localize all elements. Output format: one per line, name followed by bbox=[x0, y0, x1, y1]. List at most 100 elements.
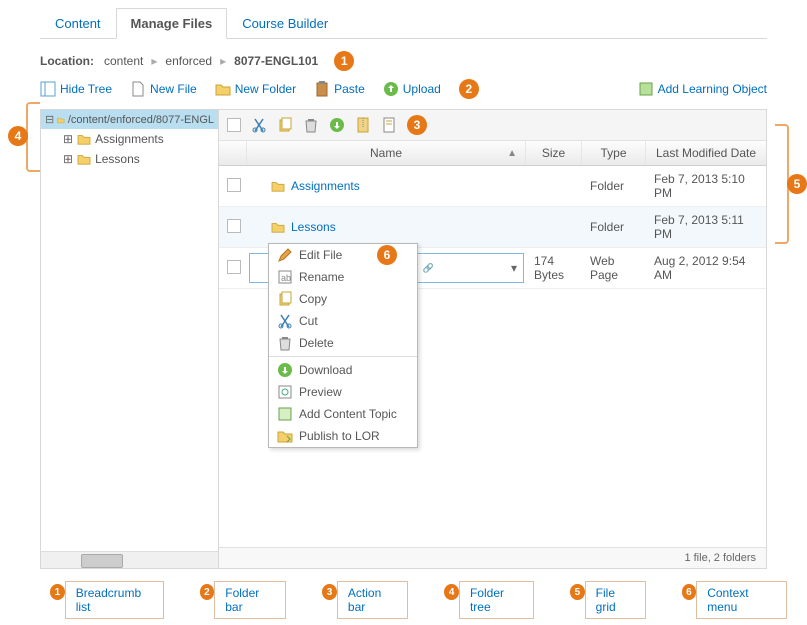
callout-1: 1 bbox=[334, 51, 354, 71]
new-folder-button[interactable]: New Folder bbox=[215, 81, 296, 97]
expand-icon[interactable]: ⊞ bbox=[63, 132, 73, 146]
zip-icon[interactable] bbox=[355, 117, 371, 133]
rename-icon: ab bbox=[277, 269, 293, 285]
legend-label: Breadcrumb list bbox=[65, 581, 164, 619]
preview-icon bbox=[277, 384, 293, 400]
paste-button[interactable]: Paste bbox=[314, 81, 365, 97]
add-learning-object-button[interactable]: Add Learning Object bbox=[638, 81, 767, 97]
ctx-copy[interactable]: Copy bbox=[269, 288, 417, 310]
cut-icon[interactable] bbox=[251, 117, 267, 133]
publish-icon bbox=[277, 428, 293, 444]
ctx-publish-lor[interactable]: Publish to LOR bbox=[269, 425, 417, 447]
ctx-cut[interactable]: Cut bbox=[269, 310, 417, 332]
link-icon: 🔗 bbox=[422, 263, 433, 274]
header-type[interactable]: Type bbox=[582, 141, 646, 165]
ctx-edit-file[interactable]: Edit File6 bbox=[269, 244, 417, 266]
row-name-link[interactable]: Lessons bbox=[291, 220, 336, 234]
ctx-delete[interactable]: Delete bbox=[269, 332, 417, 354]
header-date[interactable]: Last Modified Date bbox=[646, 141, 766, 165]
breadcrumb: Location: content ▸ enforced ▸ 8077-ENGL… bbox=[40, 39, 767, 79]
copy-icon[interactable] bbox=[277, 117, 293, 133]
action-bar: 3 bbox=[219, 110, 766, 141]
download-icon bbox=[277, 362, 293, 378]
table-row[interactable]: Lessons Folder Feb 7, 2013 5:11 PM bbox=[219, 207, 766, 248]
grid-footer: 1 file, 2 folders bbox=[219, 547, 766, 568]
row-size bbox=[526, 180, 582, 192]
context-menu: Edit File6 abRename Copy Cut Delete Down… bbox=[268, 243, 418, 448]
hide-tree-button[interactable]: Hide Tree bbox=[40, 81, 112, 97]
horizontal-scrollbar[interactable] bbox=[41, 551, 218, 568]
pencil-icon bbox=[277, 247, 293, 263]
breadcrumb-seg-content[interactable]: content bbox=[100, 54, 147, 68]
tree-node-lessons[interactable]: ⊞ Lessons bbox=[41, 149, 218, 169]
tab-content[interactable]: Content bbox=[40, 8, 116, 38]
row-name-link[interactable]: Assignments bbox=[291, 179, 360, 193]
upload-icon bbox=[383, 81, 399, 97]
page-icon[interactable] bbox=[381, 117, 397, 133]
sort-asc-icon: ▲ bbox=[507, 148, 517, 159]
tree-icon bbox=[40, 81, 56, 97]
tab-manage-files[interactable]: Manage Files bbox=[116, 8, 228, 39]
tab-course-builder[interactable]: Course Builder bbox=[227, 8, 343, 38]
header-size[interactable]: Size bbox=[526, 141, 582, 165]
tree-node-assignments[interactable]: ⊞ Assignments bbox=[41, 129, 218, 149]
collapse-icon[interactable]: ⊟ bbox=[45, 113, 54, 126]
ctx-add-content-topic[interactable]: Add Content Topic bbox=[269, 403, 417, 425]
row-checkbox[interactable] bbox=[219, 254, 247, 283]
row-type: Folder bbox=[582, 214, 646, 240]
legend-label: Action bar bbox=[337, 581, 408, 619]
row-type: Web Page bbox=[582, 248, 646, 288]
app-frame: Content Manage Files Course Builder Loca… bbox=[0, 0, 807, 625]
legend-label: Folder tree bbox=[459, 581, 534, 619]
ctx-download[interactable]: Download bbox=[269, 359, 417, 381]
legend-number: 6 bbox=[682, 584, 697, 600]
table-row[interactable]: Assignments Folder Feb 7, 2013 5:10 PM bbox=[219, 166, 766, 207]
tree-root-node[interactable]: ⊟ /content/enforced/8077-ENGL bbox=[41, 110, 218, 129]
folder-icon bbox=[77, 153, 91, 165]
legend-item-3: 3Action bar bbox=[316, 581, 408, 619]
legend-label: File grid bbox=[585, 581, 646, 619]
legend-number: 4 bbox=[444, 584, 459, 600]
select-all-checkbox[interactable] bbox=[227, 118, 241, 132]
chevron-down-icon[interactable]: ▾ bbox=[511, 261, 517, 275]
grid-header: Name▲ Size Type Last Modified Date bbox=[219, 141, 766, 166]
tree-root-label: /content/enforced/8077-ENGL bbox=[68, 114, 214, 126]
chevron-right-icon: ▸ bbox=[220, 54, 226, 68]
scrollbar-thumb[interactable] bbox=[81, 554, 123, 568]
upload-button[interactable]: Upload bbox=[383, 81, 441, 97]
cut-icon bbox=[277, 313, 293, 329]
breadcrumb-seg-course[interactable]: 8077-ENGL101 bbox=[230, 54, 322, 68]
row-date: Aug 2, 2012 9:54 AM bbox=[646, 248, 766, 288]
tab-bar: Content Manage Files Course Builder bbox=[40, 8, 767, 39]
folder-icon bbox=[271, 221, 285, 233]
annotation-bracket-left bbox=[26, 102, 40, 172]
new-file-button[interactable]: New File bbox=[130, 81, 197, 97]
folder-tree: ⊟ /content/enforced/8077-ENGL ⊞ Assignme… bbox=[40, 109, 218, 569]
legend-item-2: 2Folder bar bbox=[194, 581, 287, 619]
trash-icon[interactable] bbox=[303, 117, 319, 133]
download-icon[interactable] bbox=[329, 117, 345, 133]
legend-label: Context menu bbox=[696, 581, 787, 619]
legend-number: 3 bbox=[322, 584, 337, 600]
row-checkbox[interactable] bbox=[219, 213, 247, 242]
legend-item-5: 5File grid bbox=[564, 581, 645, 619]
tree-node-label: Assignments bbox=[95, 132, 164, 146]
ctx-rename[interactable]: abRename bbox=[269, 266, 417, 288]
trash-icon bbox=[277, 335, 293, 351]
legend-item-6: 6Context menu bbox=[676, 581, 787, 619]
callout-3: 3 bbox=[407, 115, 427, 135]
topic-icon bbox=[277, 406, 293, 422]
legend: 1Breadcrumb list 2Folder bar 3Action bar… bbox=[44, 581, 787, 619]
folder-icon bbox=[57, 114, 65, 126]
breadcrumb-seg-enforced[interactable]: enforced bbox=[161, 54, 216, 68]
legend-number: 1 bbox=[50, 584, 65, 600]
expand-icon[interactable]: ⊞ bbox=[63, 152, 73, 166]
callout-4: 4 bbox=[8, 126, 28, 146]
row-size: 174 Bytes bbox=[526, 248, 582, 288]
folder-icon bbox=[271, 180, 285, 192]
header-name[interactable]: Name▲ bbox=[247, 141, 526, 165]
row-date: Feb 7, 2013 5:11 PM bbox=[646, 207, 766, 247]
ctx-preview[interactable]: Preview bbox=[269, 381, 417, 403]
row-checkbox[interactable] bbox=[219, 172, 247, 201]
file-icon bbox=[130, 81, 146, 97]
